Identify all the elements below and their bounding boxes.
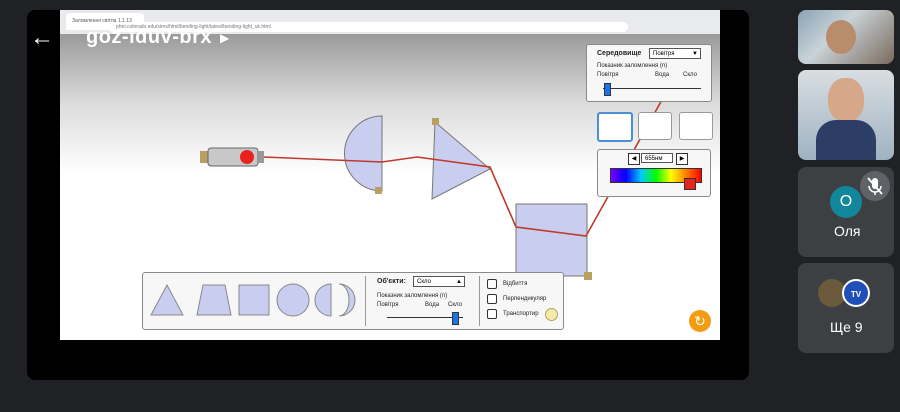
environment-panel: Середовище Повітря ▼ Показник заломлення … — [586, 44, 712, 102]
environment-slider-thumb[interactable] — [604, 83, 611, 96]
object-scale-air-label: Повітря — [377, 302, 399, 308]
protractor-icon — [545, 308, 558, 321]
environment-refraction-label: Показник заломлення (n) — [597, 63, 668, 69]
semicircle-lens-shape — [344, 115, 383, 192]
shape-palette[interactable] — [147, 279, 357, 319]
object-scale-water-label: Вода — [425, 302, 440, 308]
reflection-checkbox[interactable] — [487, 279, 497, 289]
reflection-label: Відбиття — [503, 281, 528, 287]
rotate-handle-icon — [432, 118, 439, 125]
scale-glass-label: Скло — [683, 72, 697, 78]
laser-icon — [200, 147, 264, 167]
participant-video-tile[interactable] — [798, 70, 894, 160]
square-block-shape — [515, 203, 588, 277]
reset-icon[interactable]: ↻ — [689, 310, 711, 332]
normal-label: Перпендикуляр — [503, 296, 547, 302]
arrow-left-icon[interactable]: ← — [30, 26, 54, 50]
normal-checkbox[interactable] — [487, 294, 497, 304]
wavelength-panel: ◀ 655нм ▶ — [597, 149, 711, 197]
objects-label: Об'єкти: — [377, 278, 406, 285]
environment-label: Середовище — [597, 50, 642, 57]
object-slider-thumb[interactable] — [452, 312, 459, 325]
crescent-shape-icon — [338, 283, 356, 317]
chevron-right-icon[interactable]: ▶ — [220, 31, 229, 45]
semicircle-shape-icon — [314, 283, 332, 317]
triangle-shape-icon — [150, 283, 184, 316]
meeting-code[interactable]: goz-iduv-brx — [86, 26, 212, 49]
mic-off-icon — [860, 171, 890, 201]
rotate-handle-icon — [375, 187, 382, 194]
chevron-down-icon: ▼ — [692, 51, 698, 57]
wave-mode-button[interactable] — [638, 112, 672, 140]
rotate-handle-icon — [584, 272, 592, 280]
prism-mode-button[interactable] — [679, 112, 713, 140]
environment-medium-select[interactable]: Повітря ▼ — [649, 48, 701, 59]
wavelength-decrease-button[interactable]: ◀ — [628, 153, 640, 165]
objects-toolbox: Об'єкти: Скло ▲ Показник заломлення (n) П… — [142, 272, 564, 330]
environment-slider-track — [603, 88, 701, 89]
object-refraction-label: Показник заломлення (n) — [377, 293, 448, 299]
wavelength-slider-thumb[interactable] — [684, 178, 696, 190]
object-scale-glass-label: Скло — [448, 302, 462, 308]
avatar: TV — [842, 279, 870, 307]
participant-video-tile[interactable] — [798, 10, 894, 64]
shared-screen: Заломлення світла 1.1.13 phet.colorado.e… — [60, 10, 720, 340]
participant-name: Оля — [834, 223, 861, 239]
circle-shape-icon — [276, 283, 310, 317]
avatar: О — [830, 186, 862, 218]
simulation-canvas[interactable]: Середовище Повітря ▼ Показник заломлення … — [60, 34, 720, 340]
wavelength-value[interactable]: 655нм — [641, 153, 673, 163]
participant-face — [826, 20, 856, 54]
wavelength-increase-button[interactable]: ▶ — [676, 153, 688, 165]
ray-mode-button[interactable] — [597, 112, 633, 142]
participant-tile-olya[interactable]: О Оля — [798, 167, 894, 257]
protractor-label: Транспортир — [503, 311, 539, 317]
participant-shirt — [816, 120, 876, 160]
trapezoid-shape-icon — [196, 284, 232, 316]
protractor-checkbox[interactable] — [487, 309, 497, 319]
participant-face — [828, 78, 864, 122]
scale-water-label: Вода — [655, 72, 670, 78]
square-shape-icon — [238, 284, 270, 316]
object-material-select[interactable]: Скло ▲ — [413, 276, 465, 287]
scale-air-label: Повітря — [597, 72, 619, 78]
toolbox-divider — [365, 276, 366, 326]
toolbox-divider — [479, 276, 480, 326]
more-participants-tile[interactable]: TV Ще 9 — [798, 263, 894, 353]
chevron-down-icon: ▲ — [456, 279, 462, 285]
more-participants-label: Ще 9 — [830, 319, 863, 335]
